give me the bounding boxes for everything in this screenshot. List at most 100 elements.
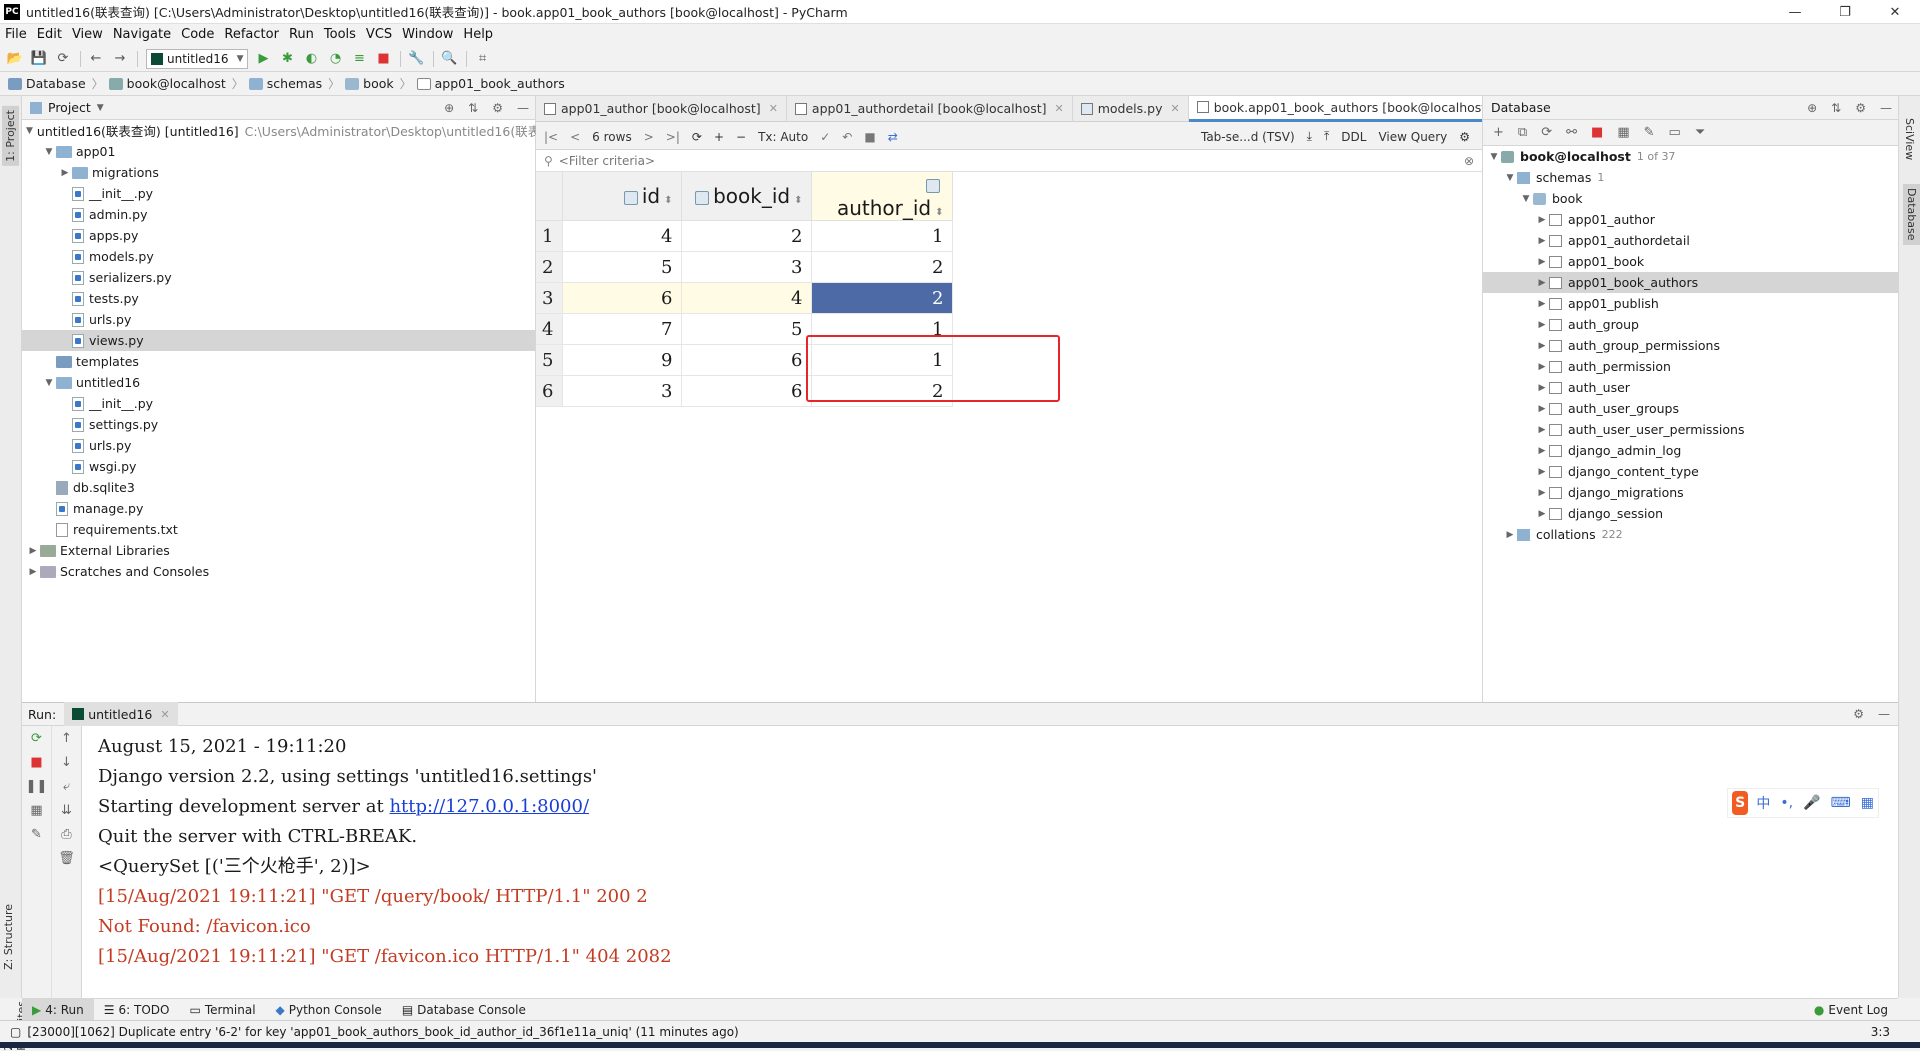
layout-icon[interactable]: ▦ — [22, 798, 51, 822]
row-number[interactable]: 3 — [536, 282, 563, 314]
chevron-right-icon[interactable]: ▶ — [1535, 446, 1549, 456]
table-cell-author-id[interactable]: 2 — [811, 282, 953, 314]
database-tree-item[interactable]: ▶ app01_authordetail — [1483, 230, 1898, 251]
first-page-icon[interactable]: |< — [544, 130, 558, 144]
chevron-down-icon[interactable]: ▼ — [1503, 173, 1517, 183]
save-all-icon[interactable]: 💾 — [28, 48, 50, 70]
hide-icon[interactable]: — — [1878, 707, 1890, 721]
chevron-right-icon[interactable]: ▶ — [1535, 257, 1549, 267]
chevron-right-icon[interactable]: ▶ — [1535, 278, 1549, 288]
project-tree-item[interactable]: ▼ untitled16(联表查询) [untitled16] C:\Users\A… — [22, 120, 540, 141]
sync-icon[interactable]: ⟳ — [52, 48, 74, 70]
chevron-down-icon[interactable]: ▼ — [42, 147, 56, 157]
menu-vcs[interactable]: VCS — [361, 24, 397, 46]
open-folder-icon[interactable]: 📂 — [4, 48, 26, 70]
hide-icon[interactable]: — — [517, 101, 529, 115]
chevron-right-icon[interactable]: ▶ — [1535, 299, 1549, 309]
rerun-icon[interactable]: ⟳ — [22, 726, 51, 750]
schema-diff-icon[interactable]: ⚯ — [1566, 125, 1577, 140]
database-tree-item[interactable]: ▶ app01_book — [1483, 251, 1898, 272]
run-console[interactable]: August 15, 2021 - 19:11:20 Django version… — [82, 726, 1898, 998]
ime-language[interactable]: 中 — [1756, 793, 1770, 813]
menu-edit[interactable]: Edit — [32, 24, 67, 46]
close-icon[interactable]: ✕ — [1055, 102, 1064, 115]
export-icon[interactable]: ⤓ — [1307, 129, 1312, 144]
chevron-right-icon[interactable]: ▶ — [1535, 320, 1549, 330]
project-tree-item[interactable]: ▶ Scratches and Consoles — [22, 561, 535, 582]
project-tree-item[interactable]: templates — [22, 351, 535, 372]
row-number[interactable]: 6 — [536, 375, 563, 407]
column-header-author-id[interactable]: author_id ⬍ — [811, 172, 953, 221]
close-icon[interactable]: ✕ — [1170, 102, 1179, 115]
gear-icon[interactable]: ⚙ — [1853, 707, 1864, 721]
project-tree-item[interactable]: ▶ External Libraries — [22, 540, 535, 561]
gear-icon[interactable]: ⚙ — [1855, 101, 1866, 115]
collapse-icon[interactable]: ⇅ — [1831, 101, 1841, 115]
pause-icon[interactable]: ❚❚ — [22, 774, 51, 798]
project-panel-title[interactable]: Project — [48, 100, 91, 115]
database-tree-item[interactable]: ▶ django_session — [1483, 503, 1898, 524]
chevron-down-icon[interactable]: ▼ — [42, 378, 56, 388]
project-tree-item[interactable]: wsgi.py — [22, 456, 535, 477]
debug-icon[interactable]: ✱ — [276, 48, 298, 70]
table-cell-id[interactable]: 5 — [562, 251, 682, 283]
edit-icon[interactable]: ✎ — [1644, 125, 1655, 140]
database-tree-item[interactable]: ▶ auth_permission — [1483, 356, 1898, 377]
column-header-id[interactable]: id ⬍ — [562, 172, 682, 221]
table-row[interactable]: 2532 — [536, 251, 953, 283]
back-icon[interactable]: ← — [85, 48, 107, 70]
trash-icon[interactable]: 🗑 — [52, 846, 81, 870]
menu-tools[interactable]: Tools — [319, 24, 361, 46]
project-tree-item[interactable]: ▼ untitled16 — [22, 372, 535, 393]
table-cell-book-id[interactable]: 2 — [681, 220, 812, 252]
table-cell-author-id[interactable]: 1 — [811, 220, 953, 252]
translate-icon[interactable]: ⌗ — [471, 48, 493, 70]
microphone-icon[interactable]: 🎤 — [1803, 795, 1820, 811]
chevron-right-icon[interactable]: ▶ — [1535, 425, 1549, 435]
tab-run[interactable]: ▶ 4: Run — [22, 998, 94, 1021]
tab-todo[interactable]: ☰ 6: TODO — [94, 999, 180, 1021]
close-icon[interactable]: ✕ — [769, 102, 778, 115]
database-tree-item[interactable]: ▶ auth_user_user_permissions — [1483, 419, 1898, 440]
chevron-right-icon[interactable]: ▶ — [1535, 362, 1549, 372]
database-tree-item[interactable]: ▶ auth_user_groups — [1483, 398, 1898, 419]
rollback-icon[interactable]: ↶ — [842, 130, 852, 144]
row-number[interactable]: 5 — [536, 344, 563, 376]
database-tree-item[interactable]: ▶ app01_book_authors — [1483, 272, 1898, 293]
table-cell-id[interactable]: 3 — [562, 375, 682, 407]
gear-icon[interactable]: ⚙ — [1459, 130, 1470, 144]
menu-code[interactable]: Code — [176, 24, 219, 46]
profile-icon[interactable]: ◔ — [324, 48, 346, 70]
pin-icon[interactable]: ✎ — [22, 822, 51, 846]
tab-app01-author[interactable]: app01_author [book@localhost] ✕ — [536, 95, 787, 122]
database-tree-item[interactable]: ▼ schemas 1 — [1483, 167, 1898, 188]
project-tool-tab[interactable]: 1: Project — [2, 106, 19, 166]
breadcrumb-table[interactable]: app01_book_authors — [416, 76, 565, 91]
delete-row-icon[interactable]: − — [736, 130, 746, 144]
coverage-icon[interactable]: ◐ — [300, 48, 322, 70]
search-icon[interactable]: 🔍 — [438, 48, 460, 70]
project-tree-item[interactable]: ▼ app01 — [22, 141, 535, 162]
table-cell-id[interactable]: 7 — [562, 313, 682, 345]
stop-icon[interactable]: ■ — [1591, 125, 1603, 140]
tab-models-py[interactable]: models.py ✕ — [1073, 95, 1189, 122]
concurrency-icon[interactable]: ≡ — [348, 48, 370, 70]
add-row-icon[interactable]: + — [714, 130, 724, 144]
table-cell-id[interactable]: 4 — [562, 220, 682, 252]
stop-icon[interactable]: ■ — [22, 750, 51, 774]
menu-window[interactable]: Window — [397, 24, 458, 46]
table-view-icon[interactable]: ▦ — [1617, 125, 1629, 140]
table-row[interactable]: 1421 — [536, 220, 953, 252]
forward-icon[interactable]: → — [109, 48, 131, 70]
chevron-right-icon[interactable]: ▶ — [1535, 467, 1549, 477]
database-tree-item[interactable]: ▶ collations 222 — [1483, 524, 1898, 545]
sort-icon[interactable]: ⬍ — [664, 195, 672, 206]
column-header-book-id[interactable]: book_id ⬍ — [681, 172, 812, 221]
menu-refactor[interactable]: Refactor — [219, 24, 284, 46]
database-tree-item[interactable]: ▶ django_migrations — [1483, 482, 1898, 503]
project-tree-item[interactable]: __init__.py — [22, 393, 535, 414]
chevron-right-icon[interactable]: ▶ — [1535, 404, 1549, 414]
maximize-button[interactable]: ❐ — [1820, 0, 1870, 24]
project-tree-item[interactable]: db.sqlite3 — [22, 477, 535, 498]
locate-icon[interactable]: ⊕ — [1807, 101, 1817, 115]
